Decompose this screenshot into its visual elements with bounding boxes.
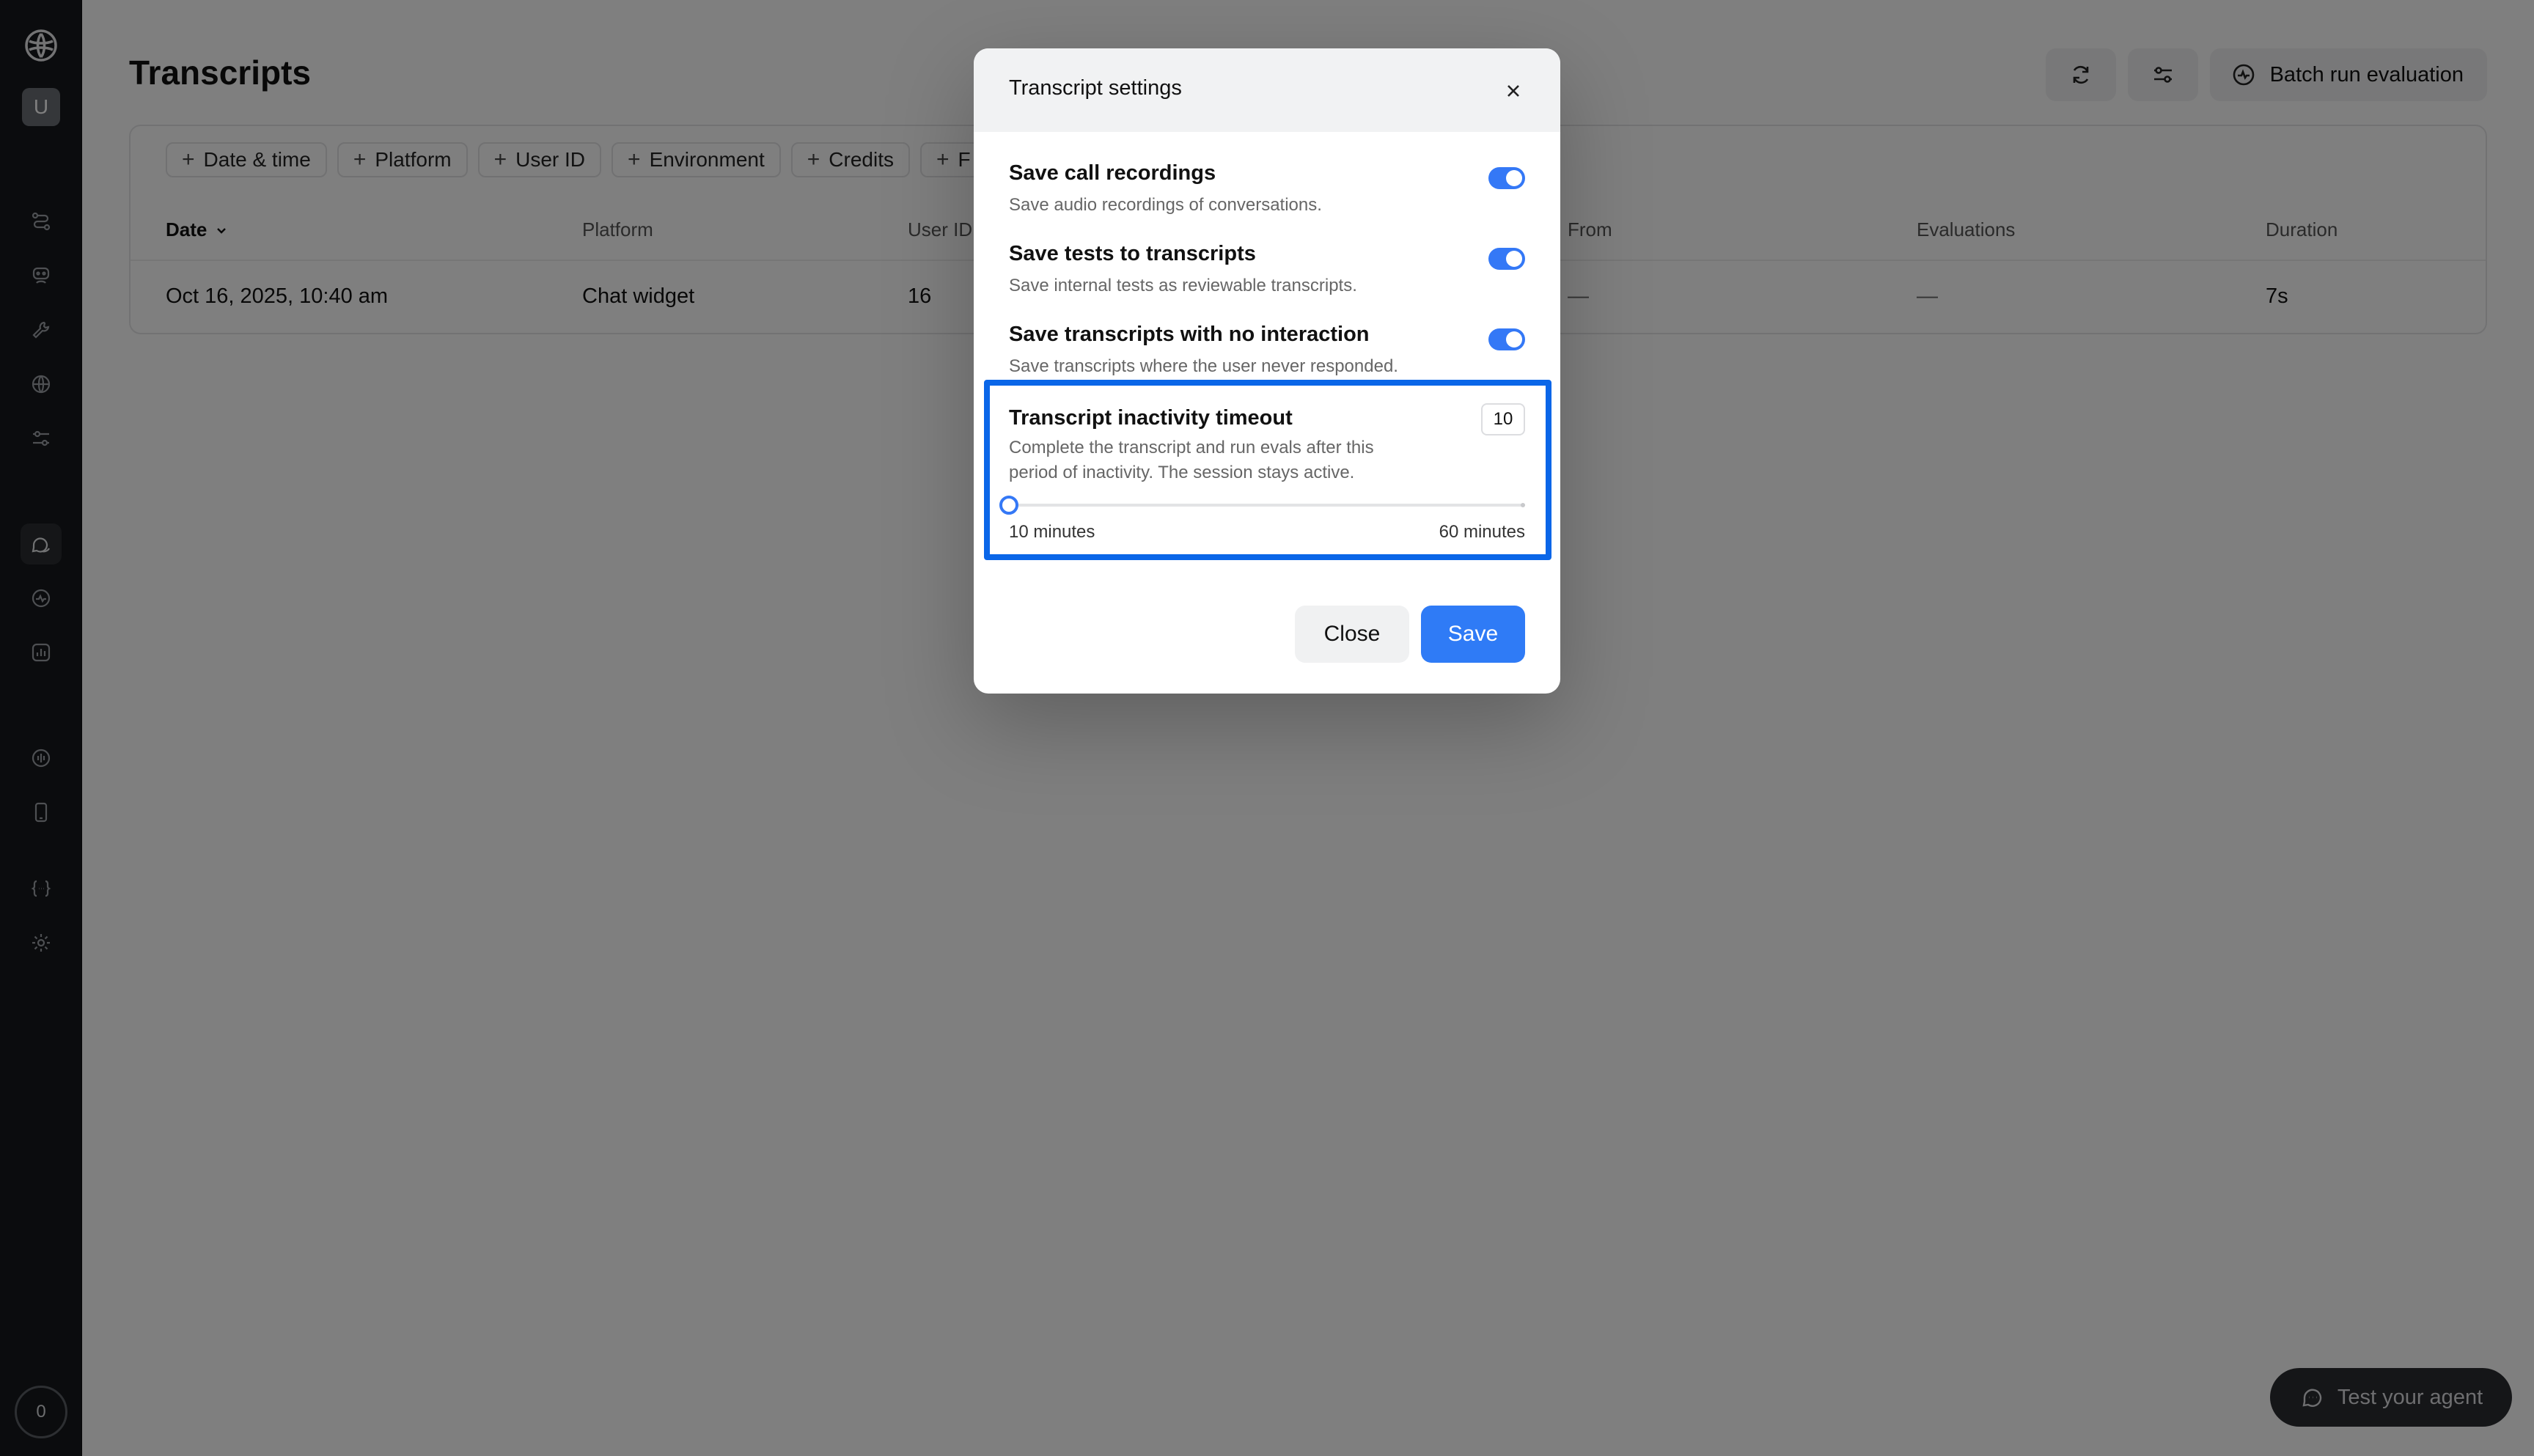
timeout-slider-thumb[interactable] (999, 496, 1018, 515)
save-call-recordings-toggle[interactable] (1488, 167, 1525, 189)
modal-title: Transcript settings (1009, 76, 1182, 100)
save-button[interactable]: Save (1421, 606, 1525, 663)
setting-title: Save tests to transcripts (1009, 242, 1256, 265)
modal-header: Transcript settings (974, 48, 1560, 132)
timeout-value-input[interactable]: 10 (1481, 403, 1525, 435)
app-root: U (0, 0, 2534, 1456)
slider-end-dot (1521, 503, 1525, 507)
setting-description: Save audio recordings of conversations. (1009, 195, 1322, 215)
setting-save-tests-to-transcripts: Save tests to transcripts Save internal … (1009, 242, 1525, 298)
timeout-slider-track[interactable] (1009, 504, 1525, 507)
setting-description: Save internal tests as reviewable transc… (1009, 276, 1357, 295)
slider-min-label: 10 minutes (1009, 522, 1095, 542)
close-button[interactable]: Close (1295, 606, 1409, 663)
setting-description: Save transcripts where the user never re… (1009, 356, 1398, 376)
close-icon[interactable] (1499, 76, 1528, 106)
timeout-title: Transcript inactivity timeout (1009, 406, 1293, 430)
setting-save-no-interaction: Save transcripts with no interaction Sav… (1009, 323, 1525, 379)
transcript-settings-modal: Transcript settings Save call recordings… (974, 48, 1560, 694)
setting-title: Save transcripts with no interaction (1009, 323, 1370, 346)
setting-save-call-recordings: Save call recordings Save audio recordin… (1009, 161, 1525, 218)
slider-max-label: 60 minutes (1439, 522, 1525, 542)
save-no-interaction-toggle[interactable] (1488, 328, 1525, 350)
save-tests-toggle[interactable] (1488, 248, 1525, 270)
timeout-description: Complete the transcript and run evals af… (1009, 438, 1374, 482)
setting-title: Save call recordings (1009, 161, 1216, 185)
